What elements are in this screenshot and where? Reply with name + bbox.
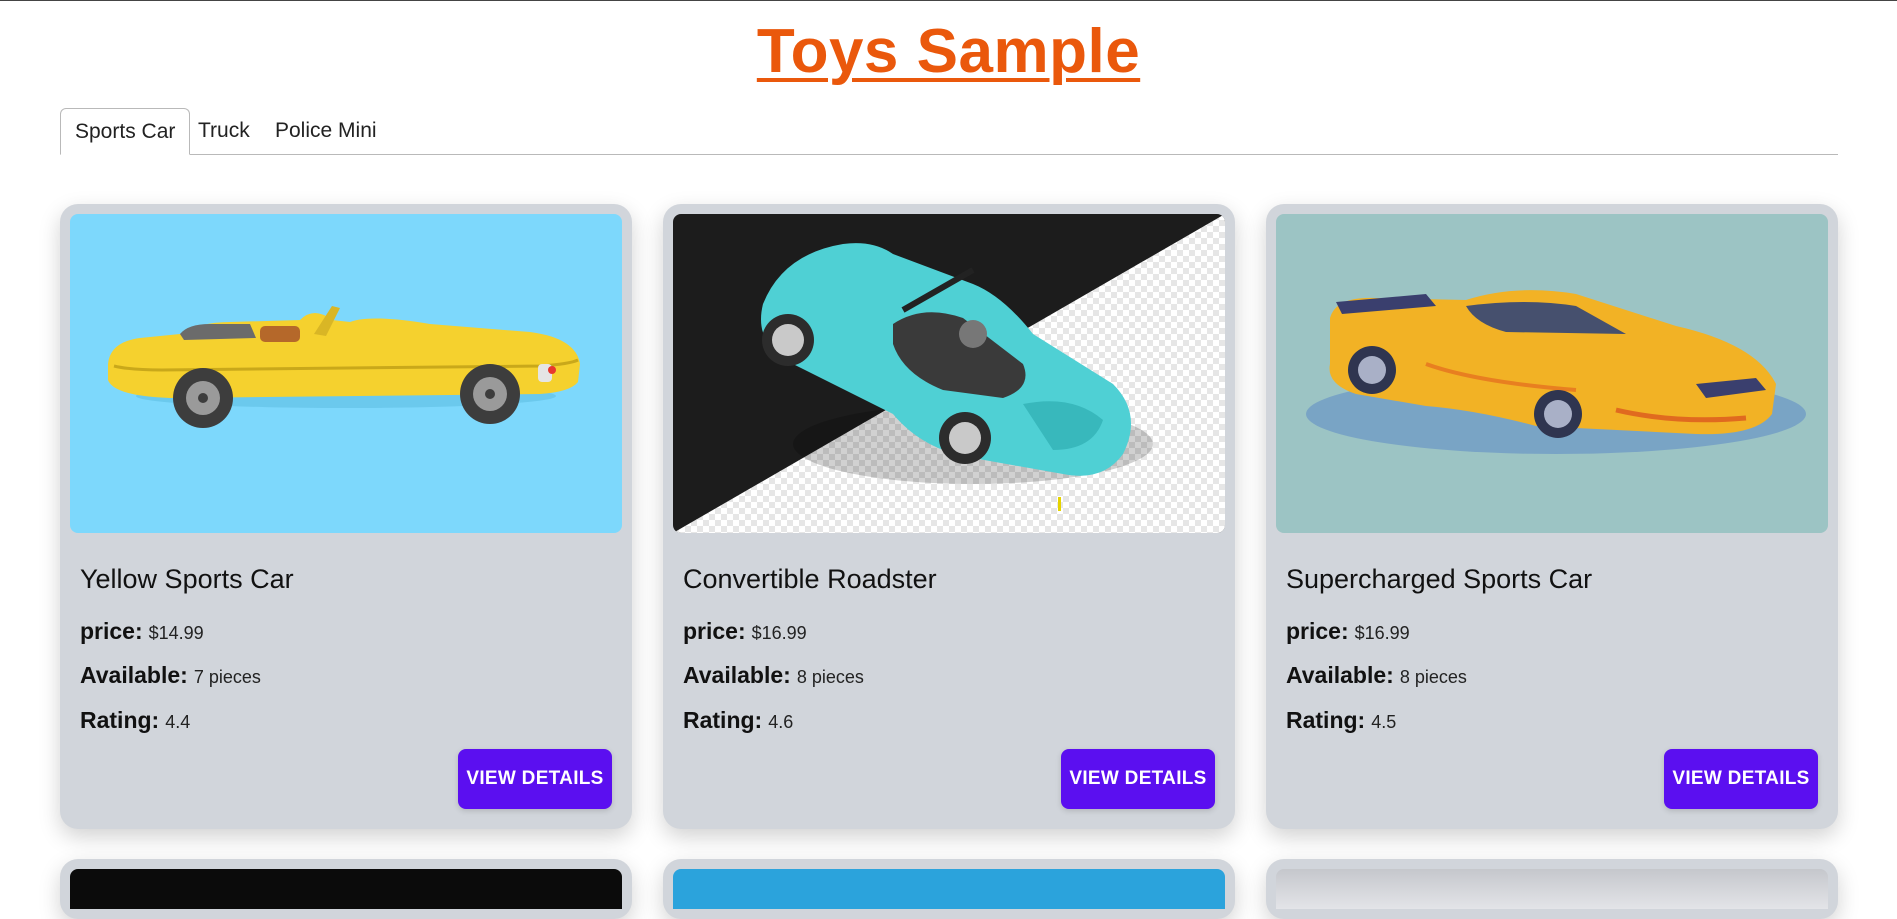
- top-border: [0, 0, 1897, 1]
- available-row: Available: 8 pieces: [683, 662, 864, 689]
- turquoise-roadster-image: [673, 214, 1225, 533]
- rating-row: Rating: 4.4: [80, 707, 190, 734]
- price-value: $16.99: [751, 623, 807, 643]
- view-details-button[interactable]: VIEW DETAILS: [1664, 749, 1818, 809]
- product-image: [1276, 869, 1828, 909]
- price-value: $14.99: [148, 623, 204, 643]
- product-card: Convertible Roadster price: $16.99 Availa…: [663, 204, 1235, 829]
- available-label: Available:: [80, 662, 188, 688]
- product-card: [663, 859, 1235, 919]
- product-card: Supercharged Sports Car price: $16.99 Ava…: [1266, 204, 1838, 829]
- available-value: 8 pieces: [796, 667, 864, 687]
- product-image: [70, 869, 622, 909]
- rating-value: 4.5: [1371, 712, 1397, 732]
- rating-row: Rating: 4.5: [1286, 707, 1396, 734]
- available-row: Available: 7 pieces: [80, 662, 261, 689]
- rating-value: 4.4: [165, 712, 191, 732]
- price-label: price:: [683, 618, 746, 644]
- product-image: [673, 869, 1225, 909]
- view-details-button[interactable]: VIEW DETAILS: [458, 749, 612, 809]
- rating-row: Rating: 4.6: [683, 707, 793, 734]
- orange-supercar-image: [1276, 214, 1828, 533]
- available-value: 7 pieces: [193, 667, 261, 687]
- yellow-convertible-image: [70, 214, 622, 533]
- rating-label: Rating:: [683, 707, 763, 733]
- tab-bar: Sports Car Truck Police Mini: [60, 108, 1838, 155]
- product-card: Yellow Sports Car price: $14.99 Available…: [60, 204, 632, 829]
- price-label: price:: [1286, 618, 1349, 644]
- available-value: 8 pieces: [1399, 667, 1467, 687]
- available-row: Available: 8 pieces: [1286, 662, 1467, 689]
- card-title: Supercharged Sports Car: [1286, 564, 1593, 594]
- product-card: [60, 859, 632, 919]
- card-title: Convertible Roadster: [683, 564, 937, 594]
- available-label: Available:: [1286, 662, 1394, 688]
- price-row: price: $14.99: [80, 618, 204, 645]
- card-title: Yellow Sports Car: [80, 564, 294, 594]
- page-title: Toys Sample: [756, 17, 1141, 86]
- available-label: Available:: [683, 662, 791, 688]
- rating-label: Rating:: [80, 707, 160, 733]
- tab-police-mini[interactable]: Police Mini: [261, 108, 391, 154]
- price-value: $16.99: [1354, 623, 1410, 643]
- tab-sports-car[interactable]: Sports Car: [60, 108, 191, 155]
- tab-truck[interactable]: Truck: [184, 108, 264, 154]
- rating-value: 4.6: [768, 712, 794, 732]
- price-label: price:: [80, 618, 143, 644]
- rating-label: Rating:: [1286, 707, 1366, 733]
- price-row: price: $16.99: [1286, 618, 1410, 645]
- view-details-button[interactable]: VIEW DETAILS: [1061, 749, 1215, 809]
- product-card: [1266, 859, 1838, 919]
- price-row: price: $16.99: [683, 618, 807, 645]
